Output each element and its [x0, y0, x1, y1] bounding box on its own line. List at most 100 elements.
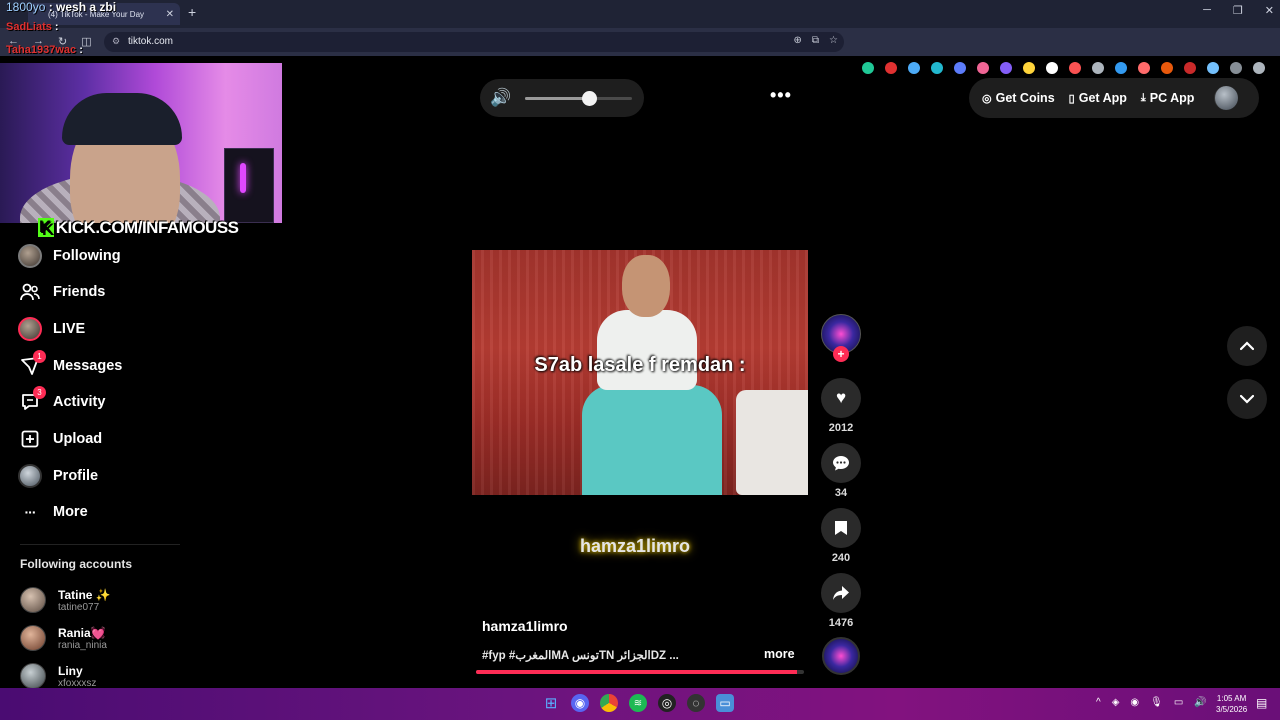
following-account[interactable]: Tatine ✨ tatine077	[20, 587, 111, 613]
chat-user: Taha1937wac	[6, 44, 77, 56]
sidebar-item-label: Messages	[53, 358, 123, 374]
friends-icon	[18, 280, 42, 304]
url-text: tiktok.com	[128, 36, 174, 47]
account-avatar	[20, 663, 46, 689]
new-tab-button[interactable]: +	[188, 4, 196, 20]
heart-icon: ♥	[835, 388, 847, 407]
volume-icon[interactable]: 🔊	[490, 88, 511, 108]
share-icon	[833, 586, 849, 600]
minimize-button[interactable]: ─	[1203, 4, 1211, 17]
chat-line: SadLiats :	[6, 21, 59, 33]
microphone-icon[interactable]: 🎙	[1150, 697, 1163, 708]
battery-icon[interactable]: ▭	[1174, 697, 1183, 708]
url-field[interactable]: ⚙ tiktok.com ⊕ ⧉ ☆	[104, 32, 844, 52]
pc-app-button[interactable]: ⤓ PC App	[1141, 91, 1195, 105]
get-coins-button[interactable]: ◎ Get Coins	[982, 91, 1055, 105]
site-info-icon[interactable]: ⚙	[112, 36, 120, 47]
volume-slider[interactable]	[525, 91, 632, 106]
kick-url: KICK.COM/INFAMOUSS	[55, 218, 239, 237]
ext-pocket-icon[interactable]	[977, 62, 989, 74]
following-account[interactable]: Liny xfoxxxsz	[20, 663, 96, 689]
coin-icon: ◎	[982, 92, 992, 105]
sidebar-item-messages[interactable]: 1 Messages	[18, 350, 123, 379]
ext-menu-icon[interactable]	[1230, 62, 1242, 74]
windows-start-icon[interactable]: ⊞	[542, 694, 560, 712]
notification-icon[interactable]: ▤	[1256, 696, 1267, 710]
follow-button[interactable]: +	[833, 346, 849, 362]
sidebar-item-profile[interactable]: Profile	[18, 463, 98, 489]
ext-discord-icon[interactable]	[954, 62, 966, 74]
account-handle: rania_ninia	[58, 639, 107, 651]
sidebar-item-friends[interactable]: Friends	[18, 279, 105, 305]
video-author[interactable]: hamza1limro	[482, 618, 568, 634]
ext-tab-icon[interactable]	[1115, 62, 1127, 74]
ext-honey-icon[interactable]	[1161, 62, 1173, 74]
discord-icon[interactable]: ◉	[571, 694, 589, 712]
following-account[interactable]: Rania💓 rania_ninia	[20, 625, 107, 651]
get-app-button[interactable]: ▯ Get App	[1069, 91, 1127, 105]
ext-adblock-icon[interactable]	[885, 62, 897, 74]
ext-profile-icon[interactable]	[1253, 62, 1265, 74]
sidebar-item-label: Activity	[53, 394, 106, 410]
tab-close-icon[interactable]: ✕	[166, 9, 174, 20]
ext-grammarly-icon[interactable]	[862, 62, 874, 74]
close-window-button[interactable]: ✕	[1265, 4, 1274, 17]
ext-translate-icon[interactable]	[908, 62, 920, 74]
sidebar-item-more[interactable]: ··· More	[18, 499, 88, 525]
next-video-button[interactable]	[1227, 379, 1267, 419]
previous-video-button[interactable]	[1227, 326, 1267, 366]
share-button[interactable]	[821, 573, 861, 613]
sidebar-item-following[interactable]: Following	[18, 243, 121, 269]
ext-puzzle-icon[interactable]	[1207, 62, 1219, 74]
like-button[interactable]: ♥	[821, 378, 861, 418]
webcam-led	[240, 163, 246, 193]
spotify-icon[interactable]: ≋	[629, 694, 647, 712]
ext-record-icon[interactable]	[1069, 62, 1081, 74]
account-name: Liny	[58, 663, 83, 678]
video-person-shirt	[597, 310, 697, 390]
sidebar-item-live[interactable]: LIVE	[18, 316, 85, 342]
url-actions: ⊕ ⧉ ☆	[794, 35, 839, 46]
app-icon[interactable]: ◌	[687, 694, 705, 712]
ext-shield-icon[interactable]	[931, 62, 943, 74]
zoom-icon[interactable]: ⊕	[794, 35, 802, 46]
account-avatar	[20, 587, 46, 613]
more-options-icon[interactable]: •••	[770, 85, 792, 106]
volume-knob[interactable]	[582, 91, 598, 106]
like-count: 2012	[828, 422, 854, 434]
ext-gear-icon[interactable]	[1092, 62, 1104, 74]
sidebar-item-activity[interactable]: 3 Activity	[18, 386, 106, 415]
following-avatar-icon	[18, 244, 42, 268]
ext-warning-icon[interactable]	[1023, 62, 1035, 74]
tray-discord-icon[interactable]: ◉	[1130, 697, 1139, 708]
ext-dot-icon[interactable]	[1046, 62, 1058, 74]
tray-expand-icon[interactable]: ^	[1096, 697, 1101, 708]
pc-app-label: PC App	[1149, 91, 1195, 105]
system-clock[interactable]: 1:05 AM 3/5/2026	[1216, 693, 1247, 715]
remote-desktop-icon[interactable]: ▭	[716, 694, 734, 712]
obs-icon[interactable]: ◎	[658, 694, 676, 712]
ext-fire-icon[interactable]	[1138, 62, 1150, 74]
video-player[interactable]: S7ab lasale f remdan :	[472, 250, 808, 495]
music-disc-icon[interactable]	[822, 637, 860, 675]
cast-icon[interactable]: ⧉	[812, 35, 819, 46]
sidebar-item-label: More	[53, 504, 88, 520]
clock-time: 1:05 AM	[1216, 694, 1247, 703]
activity-icon: 3	[18, 386, 46, 414]
chrome-icon[interactable]	[600, 694, 618, 712]
streamer-webcam	[0, 63, 282, 223]
ext-react-icon[interactable]	[1000, 62, 1012, 74]
description-more-button[interactable]: more	[764, 647, 795, 661]
save-button[interactable]	[821, 508, 861, 548]
speaker-icon[interactable]: 🔊	[1194, 697, 1206, 708]
sidebar-item-upload[interactable]: Upload	[18, 426, 102, 452]
maximize-button[interactable]: ❐	[1233, 4, 1243, 17]
comment-button[interactable]	[821, 443, 861, 483]
video-progress-bar[interactable]	[476, 670, 804, 674]
chat-line: Taha1937wac :	[6, 44, 83, 56]
tray-app-icon[interactable]: ◈	[1112, 697, 1120, 708]
sidebar-item-label: Friends	[53, 284, 106, 300]
bookmark-star-icon[interactable]: ☆	[829, 35, 838, 46]
ext-cast-icon[interactable]	[1184, 62, 1196, 74]
user-avatar[interactable]	[1214, 86, 1239, 110]
